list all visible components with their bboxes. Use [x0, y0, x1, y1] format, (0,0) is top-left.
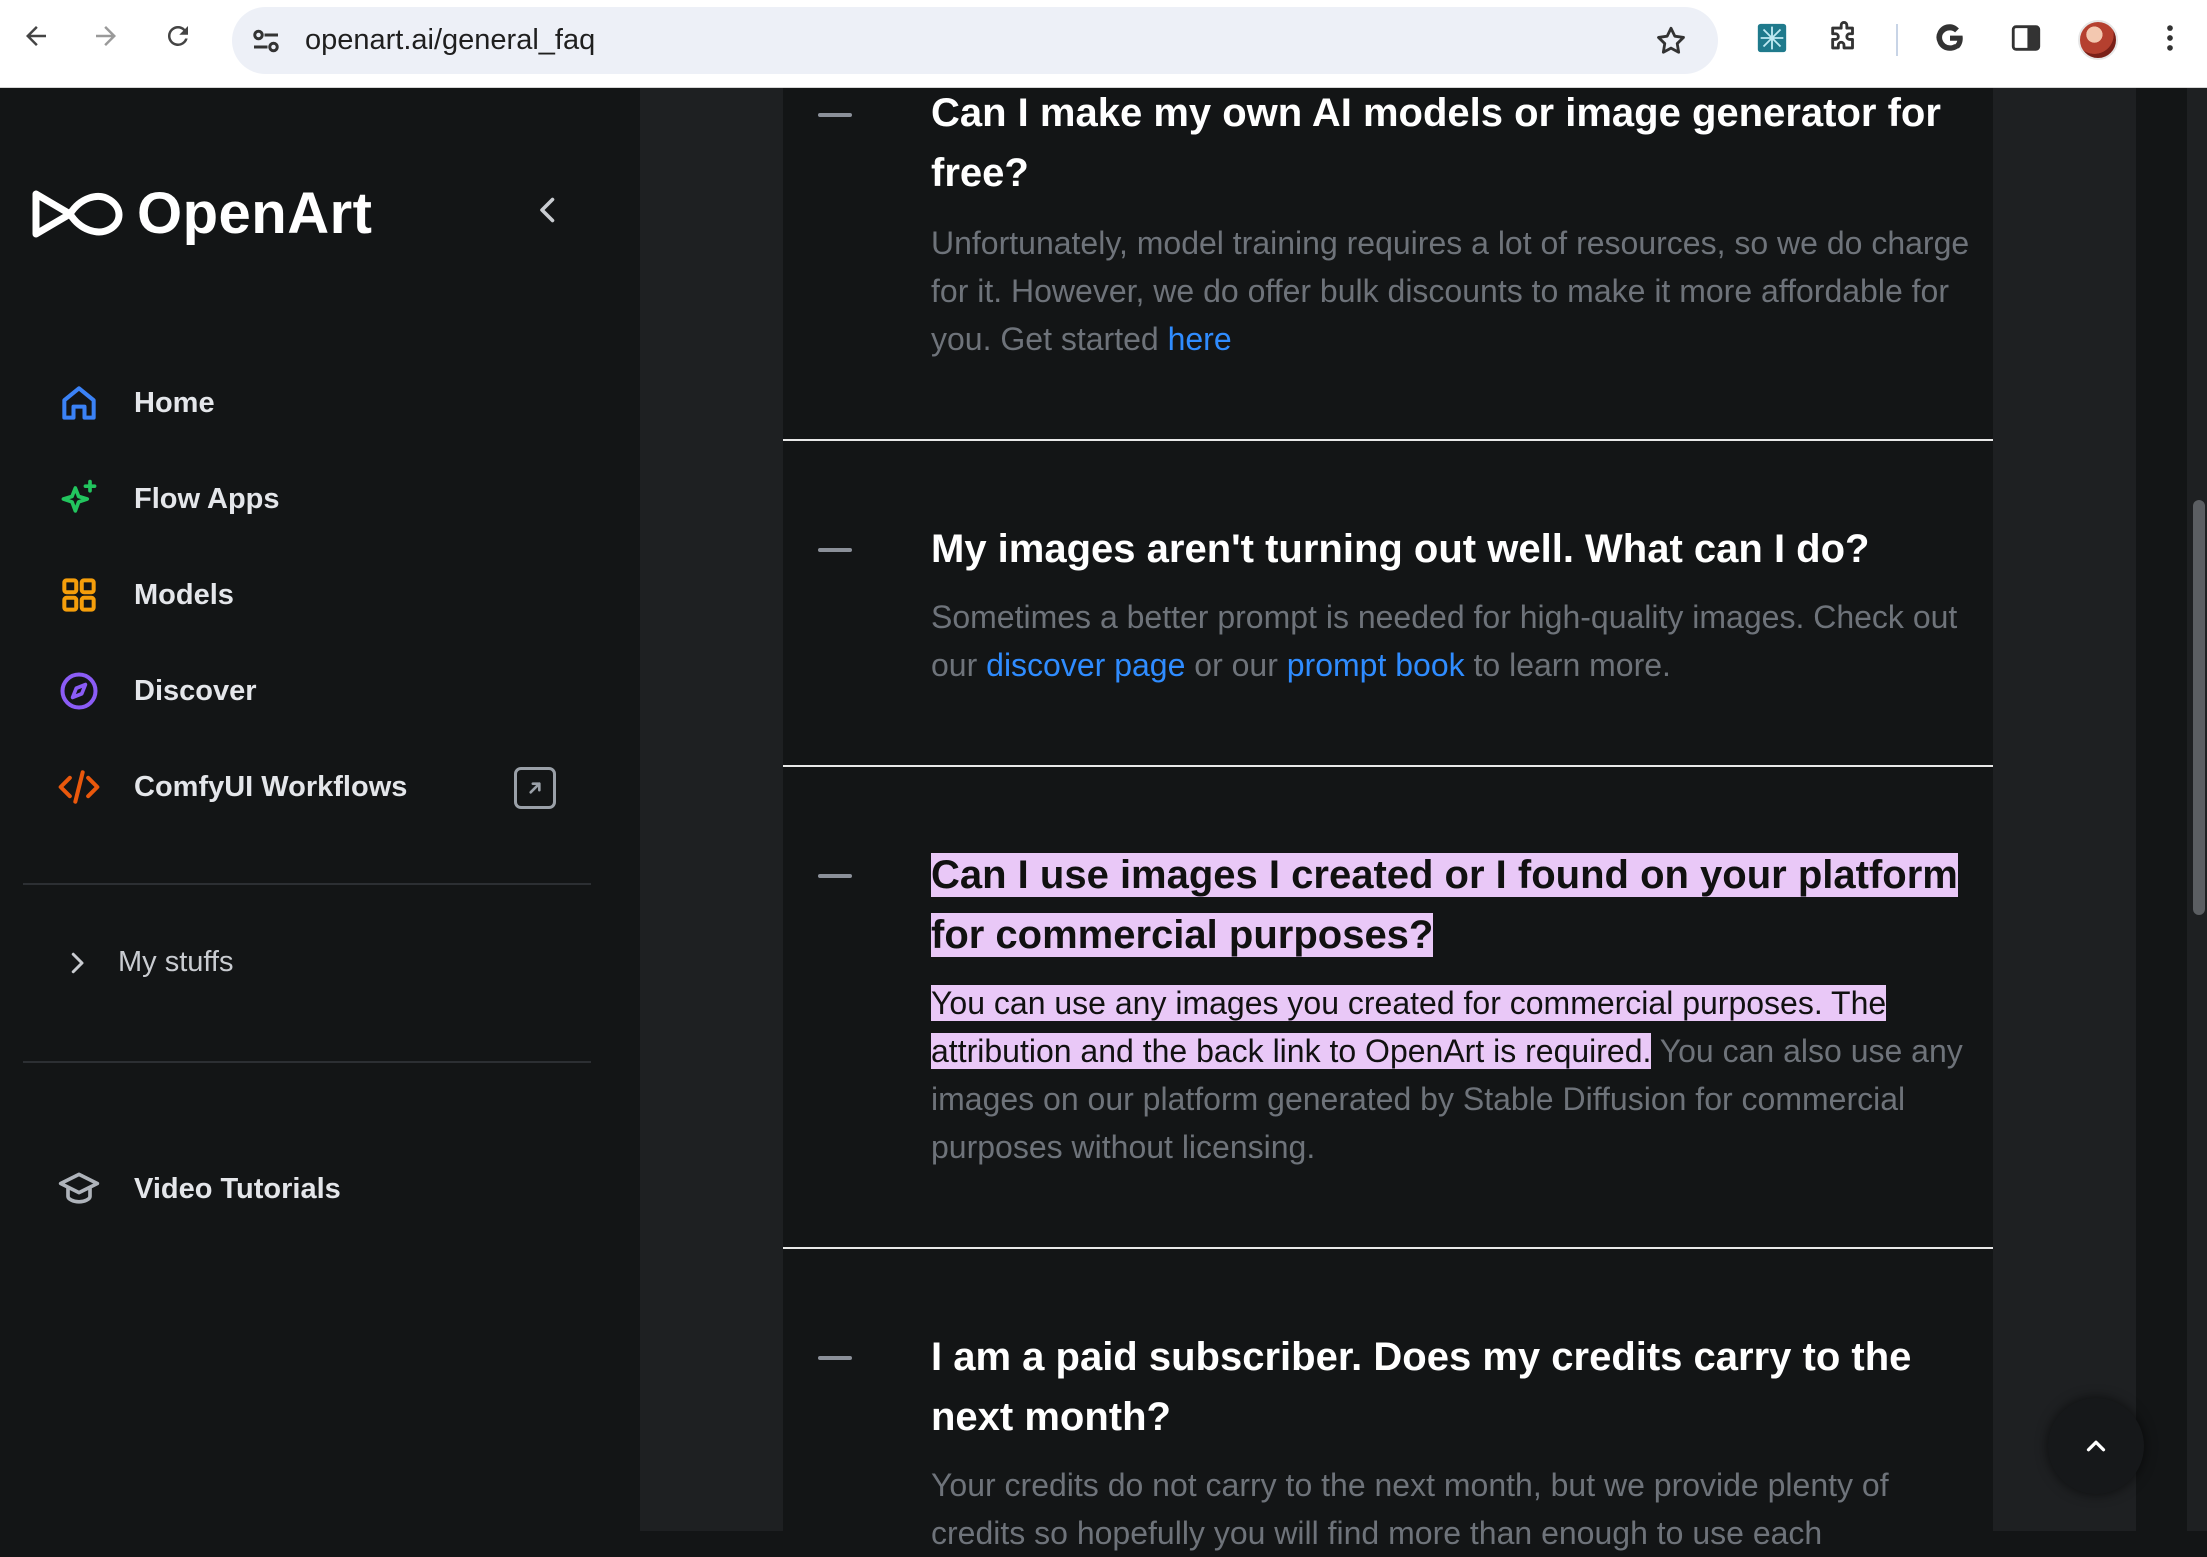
faq-separator [783, 1247, 1993, 1249]
sparkle-icon [54, 474, 104, 524]
faq-separator [783, 765, 1993, 767]
sidebar-divider [23, 883, 591, 885]
sidebar-item-label: Models [134, 578, 234, 611]
faq-separator [783, 439, 1993, 441]
chevron-up-icon [2086, 1440, 2106, 1452]
highlighted-question: Can I use images I created or I found on… [931, 853, 1958, 957]
address-bar[interactable]: openart.ai/general_faq [232, 7, 1718, 74]
sidebar-item-home[interactable]: Home [54, 373, 574, 433]
faq-question[interactable]: Can I make my own AI models or image gen… [931, 83, 1971, 203]
sidebar-item-label: ComfyUI Workflows [134, 770, 408, 803]
faq-answer: Sometimes a better prompt is needed for … [931, 593, 1976, 689]
extensions-puzzle-icon[interactable] [1826, 20, 1862, 56]
side-panel-icon[interactable] [2008, 20, 2044, 56]
sidebar-item-label: Flow Apps [134, 482, 280, 515]
main-content: Can I make my own AI models or image gen… [640, 88, 2136, 1551]
sidebar-item-flow-apps[interactable]: Flow Apps [54, 469, 574, 529]
sidebar-item-label: Home [134, 386, 215, 419]
forward-arrow-icon [96, 26, 116, 46]
discover-page-link[interactable]: discover page [986, 647, 1185, 683]
faq-list: Can I make my own AI models or image gen… [783, 88, 1993, 1551]
graduation-cap-icon [54, 1164, 104, 1214]
url-text: openart.ai/general_faq [305, 24, 596, 56]
collapse-minus-icon[interactable] [818, 874, 852, 878]
faq-question[interactable]: My images aren't turning out well. What … [931, 519, 1971, 579]
prompt-book-link[interactable]: prompt book [1287, 647, 1465, 683]
reload-icon [167, 25, 188, 46]
sidebar-item-video-tutorials[interactable]: Video Tutorials [54, 1159, 574, 1219]
compass-icon [54, 666, 104, 716]
get-started-link[interactable]: here [1168, 321, 1232, 357]
sidebar: OpenArt Home Flow Apps Models Discover C… [0, 88, 640, 1531]
faq-answer: Unfortunately, model training requires a… [931, 219, 1976, 363]
faq-question[interactable]: I am a paid subscriber. Does my credits … [931, 1327, 1971, 1447]
google-icon[interactable] [1932, 20, 1968, 56]
answer-text: or our [1185, 647, 1287, 683]
faq-answer: Your credits do not carry to the next mo… [931, 1467, 1889, 1551]
external-link-icon[interactable] [514, 767, 556, 809]
my-stuffs-toggle[interactable]: My stuffs [62, 946, 234, 979]
sidebar-item-label: Discover [134, 674, 257, 707]
scroll-to-top-button[interactable] [2048, 1398, 2144, 1494]
code-icon [54, 762, 104, 812]
browser-toolbar: openart.ai/general_faq [0, 0, 2207, 88]
sidebar-item-label: Video Tutorials [134, 1172, 341, 1205]
sidebar-item-discover[interactable]: Discover [54, 661, 574, 721]
reload-button[interactable] [156, 14, 200, 58]
answer-text: Unfortunately, model training requires a… [931, 225, 1970, 357]
back-button[interactable] [14, 14, 58, 58]
back-arrow-icon [26, 26, 46, 46]
menu-kebab-icon[interactable] [2152, 20, 2188, 56]
toolbar-divider [1896, 24, 1898, 56]
scrollbar-thumb[interactable] [2193, 500, 2205, 915]
forward-button[interactable] [84, 14, 128, 58]
faq-question[interactable]: Can I use images I created or I found on… [931, 845, 1971, 965]
sidebar-divider [23, 1061, 591, 1063]
grid-icon [54, 570, 104, 620]
profile-avatar[interactable] [2078, 20, 2118, 60]
sidebar-item-comfyui-workflows[interactable]: ComfyUI Workflows [54, 757, 574, 817]
site-settings-icon[interactable] [248, 23, 284, 59]
my-stuffs-label: My stuffs [118, 946, 234, 978]
collapse-minus-icon[interactable] [818, 548, 852, 552]
collapse-minus-icon[interactable] [818, 1356, 852, 1360]
bookmark-star-icon[interactable] [1654, 24, 1688, 58]
faq-answer: You can use any images you created for c… [931, 979, 1976, 1171]
chevron-right-icon [71, 952, 84, 973]
extension-icon[interactable] [1754, 20, 1790, 56]
home-icon [54, 378, 104, 428]
collapse-sidebar-chevron-icon[interactable] [530, 192, 566, 228]
answer-text: to learn more. [1464, 647, 1671, 683]
brand-name: OpenArt [137, 181, 373, 246]
collapse-minus-icon[interactable] [818, 113, 852, 117]
openart-infinity-icon [32, 190, 123, 237]
sidebar-item-models[interactable]: Models [54, 565, 574, 625]
brand-logo[interactable]: OpenArt [30, 180, 373, 247]
